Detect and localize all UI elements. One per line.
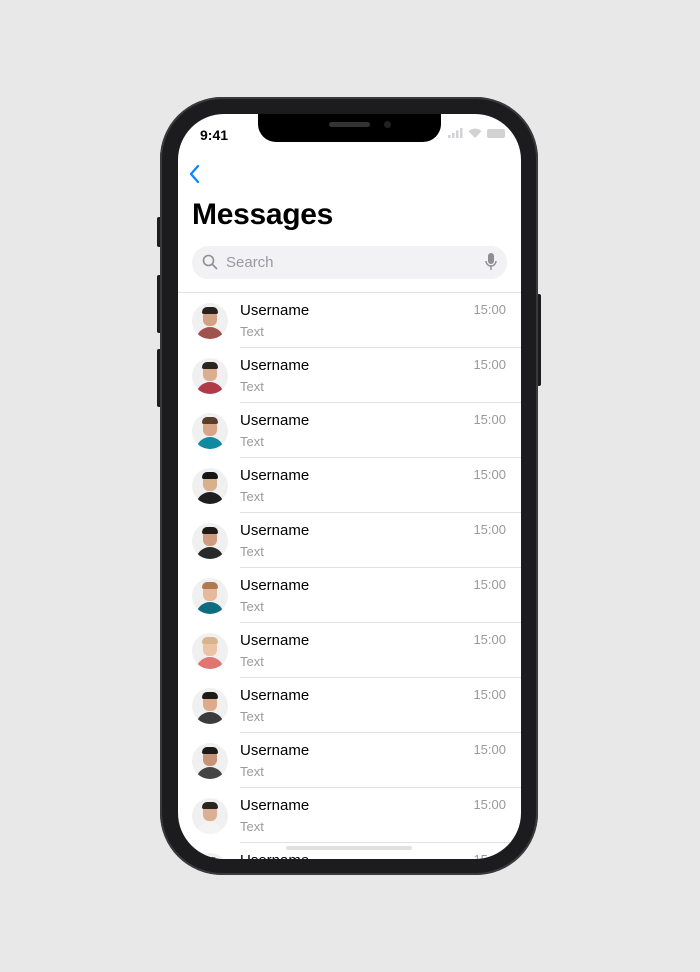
message-preview: Text: [240, 764, 264, 779]
avatar-hair: [202, 472, 218, 479]
message-row[interactable]: Username Text 15:00: [178, 293, 521, 348]
avatar-shirt: [196, 437, 224, 449]
message-username: Username: [240, 302, 310, 319]
message-row[interactable]: Username Text 15:00: [178, 458, 521, 513]
avatar: [192, 578, 228, 614]
message-time: 15:00: [473, 577, 506, 592]
message-username: Username: [240, 632, 310, 649]
wifi-icon: [468, 128, 482, 138]
message-time: 15:00: [473, 412, 506, 427]
message-list: Username Text 15:00 Username Text 15:00 …: [178, 292, 521, 859]
message-preview: Text: [240, 434, 264, 449]
phone-screen: 9:41 Messages Search Username Text 15:00…: [178, 114, 521, 859]
message-time: 15:00: [473, 302, 506, 317]
status-icons: [448, 128, 505, 138]
avatar: [192, 413, 228, 449]
message-username: Username: [240, 797, 310, 814]
avatar-shirt: [196, 657, 224, 669]
avatar-shirt: [196, 767, 224, 779]
page-title: Messages: [192, 198, 334, 231]
message-row[interactable]: Username Text 15:00: [178, 568, 521, 623]
avatar-shirt: [196, 822, 224, 834]
home-indicator[interactable]: [286, 846, 412, 850]
message-preview: Text: [240, 599, 264, 614]
avatar-hair: [202, 857, 218, 859]
speaker-grille: [329, 122, 370, 127]
message-preview: Text: [240, 324, 264, 339]
avatar: [192, 743, 228, 779]
message-username: Username: [240, 467, 310, 484]
message-preview: Text: [240, 489, 264, 504]
message-username: Username: [240, 852, 309, 859]
notch: [258, 114, 441, 142]
message-preview: Text: [240, 819, 264, 834]
message-time: 15:00: [473, 742, 506, 757]
avatar-hair: [202, 307, 218, 314]
avatar-shirt: [196, 492, 224, 504]
message-row[interactable]: Username Text 15:00: [178, 348, 521, 403]
message-time: 15:00: [473, 687, 506, 702]
message-row[interactable]: Username Text 15:00: [178, 678, 521, 733]
message-time: 15:00: [473, 467, 506, 482]
search-icon: [202, 254, 218, 270]
message-time: 15:00: [473, 852, 506, 859]
message-username: Username: [240, 742, 310, 759]
avatar-hair: [202, 527, 218, 534]
avatar: [192, 523, 228, 559]
avatar: [192, 633, 228, 669]
avatar: [192, 798, 228, 834]
message-row[interactable]: Username Text 15:00: [178, 403, 521, 458]
message-username: Username: [240, 412, 310, 429]
avatar-hair: [202, 692, 218, 699]
avatar: [192, 358, 228, 394]
message-time: 15:00: [473, 632, 506, 647]
battery-icon: [487, 129, 505, 138]
cellular-signal-icon: [448, 128, 463, 138]
avatar: [192, 853, 228, 859]
avatar-hair: [202, 747, 218, 754]
avatar-hair: [202, 362, 218, 369]
message-username: Username: [240, 357, 310, 374]
status-time: 9:41: [200, 127, 229, 143]
message-preview: Text: [240, 709, 264, 724]
microphone-icon[interactable]: [485, 253, 497, 271]
avatar-hair: [202, 417, 218, 424]
back-chevron-icon[interactable]: [188, 164, 202, 184]
avatar-shirt: [196, 602, 224, 614]
search-bar[interactable]: [192, 246, 507, 279]
search-input[interactable]: [226, 246, 466, 279]
message-preview: Text: [240, 654, 264, 669]
message-row[interactable]: Username Text 15:00: [178, 733, 521, 788]
message-preview: Text: [240, 379, 264, 394]
message-username: Username: [240, 577, 310, 594]
message-time: 15:00: [473, 522, 506, 537]
avatar: [192, 468, 228, 504]
avatar: [192, 688, 228, 724]
message-time: 15:00: [473, 797, 506, 812]
message-time: 15:00: [473, 357, 506, 372]
message-row[interactable]: Username Text 15:00: [178, 623, 521, 678]
avatar-hair: [202, 582, 218, 589]
avatar: [192, 303, 228, 339]
message-username: Username: [240, 687, 310, 704]
message-row[interactable]: Username Text 15:00: [178, 788, 521, 843]
message-preview: Text: [240, 544, 264, 559]
avatar-shirt: [196, 382, 224, 394]
avatar-shirt: [196, 712, 224, 724]
message-username: Username: [240, 522, 310, 539]
avatar-hair: [202, 802, 218, 809]
avatar-shirt: [196, 547, 224, 559]
front-camera: [384, 121, 391, 128]
message-row[interactable]: Username Text 15:00: [178, 513, 521, 568]
avatar-shirt: [196, 327, 224, 339]
avatar-hair: [202, 637, 218, 644]
